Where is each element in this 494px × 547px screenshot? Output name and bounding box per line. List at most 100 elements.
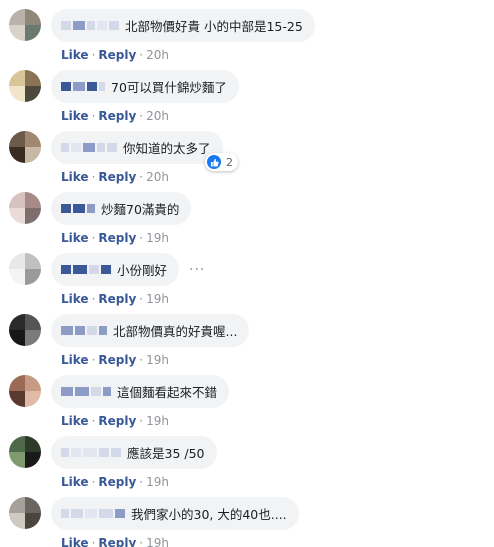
comment: 炒麵70滿貴的 Like · Reply · 19h — [0, 192, 494, 253]
separator: · — [139, 170, 144, 184]
comment: 北部物價好貴 小的中部是15-25 Like · Reply · 20h — [0, 9, 494, 70]
comment-text: 70可以買什錦炒麵了 — [111, 80, 227, 95]
reaction-badge[interactable]: 2 — [205, 153, 238, 171]
comment-bubble: 北部物價好貴 小的中部是15-25 — [51, 9, 315, 42]
like-button[interactable]: Like — [61, 109, 89, 123]
avatar[interactable] — [9, 436, 41, 468]
more-options-icon[interactable]: ··· — [189, 263, 205, 277]
reply-button[interactable]: Reply — [98, 536, 136, 547]
timestamp[interactable]: 19h — [146, 231, 169, 245]
author-name-redacted[interactable] — [61, 326, 107, 335]
comment-bubble: 你知道的太多了 — [51, 131, 223, 164]
comment-actions: Like · Reply · 19h — [61, 353, 169, 367]
comment-bubble: 這個麵看起來不錯 — [51, 375, 230, 408]
timestamp[interactable]: 20h — [146, 109, 169, 123]
timestamp[interactable]: 20h — [146, 170, 169, 184]
timestamp[interactable]: 19h — [146, 353, 169, 367]
timestamp[interactable]: 19h — [146, 414, 169, 428]
separator: · — [139, 231, 144, 245]
comment-text: 我們家小的30, 大的40也.... — [131, 507, 287, 522]
comment: 這個麵看起來不錯 Like · Reply · 19h — [0, 375, 494, 436]
reply-button[interactable]: Reply — [98, 353, 136, 367]
comment-bubble: 我們家小的30, 大的40也.... — [51, 497, 299, 530]
reply-button[interactable]: Reply — [98, 475, 136, 489]
comment-text: 你知道的太多了 — [123, 141, 211, 156]
separator: · — [91, 536, 96, 547]
comment-actions: Like · Reply · 20h — [61, 170, 169, 184]
comment-bubble: 應該是35 /50 — [51, 436, 217, 469]
separator: · — [139, 292, 144, 306]
comment-actions: Like · Reply · 20h — [61, 48, 169, 62]
reaction-count: 2 — [226, 155, 233, 169]
like-button[interactable]: Like — [61, 292, 89, 306]
comment-actions: Like · Reply · 19h — [61, 231, 169, 245]
comment: 應該是35 /50 Like · Reply · 19h — [0, 436, 494, 497]
author-name-redacted[interactable] — [61, 387, 111, 396]
avatar[interactable] — [9, 314, 41, 346]
author-name-redacted[interactable] — [61, 509, 125, 518]
like-button[interactable]: Like — [61, 475, 89, 489]
separator: · — [139, 475, 144, 489]
avatar[interactable] — [9, 253, 41, 285]
author-name-redacted[interactable] — [61, 448, 121, 457]
like-button[interactable]: Like — [61, 48, 89, 62]
separator: · — [139, 536, 144, 547]
separator: · — [91, 231, 96, 245]
comment-bubble: 70可以買什錦炒麵了 — [51, 70, 239, 103]
separator: · — [91, 109, 96, 123]
author-name-redacted[interactable] — [61, 21, 119, 30]
comment: 你知道的太多了 2 Like · Reply · 20h — [0, 131, 494, 192]
comment-bubble: 炒麵70滿貴的 — [51, 192, 192, 225]
comment: 70可以買什錦炒麵了 Like · Reply · 20h — [0, 70, 494, 131]
comment-text: 小份剛好 — [117, 263, 168, 278]
reply-button[interactable]: Reply — [98, 109, 136, 123]
avatar[interactable] — [9, 497, 41, 529]
separator: · — [91, 170, 96, 184]
like-button[interactable]: Like — [61, 414, 89, 428]
reply-button[interactable]: Reply — [98, 170, 136, 184]
reply-button[interactable]: Reply — [98, 231, 136, 245]
author-name-redacted[interactable] — [61, 265, 111, 274]
reply-button[interactable]: Reply — [98, 292, 136, 306]
avatar[interactable] — [9, 70, 41, 102]
comment-actions: Like · Reply · 19h — [61, 292, 169, 306]
avatar[interactable] — [9, 131, 41, 163]
thumbs-up-icon — [207, 155, 221, 169]
timestamp[interactable]: 20h — [146, 48, 169, 62]
comment-text: 炒麵70滿貴的 — [101, 202, 180, 217]
comment: 我們家小的30, 大的40也.... Like · Reply · 19h — [0, 497, 494, 547]
author-name-redacted[interactable] — [61, 143, 117, 152]
comment-bubble: 北部物價真的好貴喔... — [51, 314, 250, 347]
like-button[interactable]: Like — [61, 536, 89, 547]
comment-actions: Like · Reply · 19h — [61, 414, 169, 428]
comment-actions: Like · Reply · 20h — [61, 109, 169, 123]
like-button[interactable]: Like — [61, 353, 89, 367]
comment-text: 北部物價真的好貴喔... — [113, 324, 238, 339]
comment-text: 這個麵看起來不錯 — [117, 385, 218, 400]
author-name-redacted[interactable] — [61, 82, 105, 91]
comment: 小份剛好 Like · Reply · 19h ··· — [0, 253, 494, 314]
comment-bubble: 小份剛好 — [51, 253, 180, 286]
separator: · — [91, 475, 96, 489]
author-name-redacted[interactable] — [61, 204, 95, 213]
reply-button[interactable]: Reply — [98, 414, 136, 428]
separator: · — [139, 353, 144, 367]
avatar[interactable] — [9, 375, 41, 407]
timestamp[interactable]: 19h — [146, 536, 169, 547]
separator: · — [139, 48, 144, 62]
avatar[interactable] — [9, 192, 41, 224]
comment-text: 北部物價好貴 小的中部是15-25 — [125, 19, 303, 34]
like-button[interactable]: Like — [61, 231, 89, 245]
like-button[interactable]: Like — [61, 170, 89, 184]
separator: · — [91, 414, 96, 428]
timestamp[interactable]: 19h — [146, 292, 169, 306]
timestamp[interactable]: 19h — [146, 475, 169, 489]
separator: · — [139, 109, 144, 123]
separator: · — [91, 292, 96, 306]
comment-actions: Like · Reply · 19h — [61, 475, 169, 489]
comment-actions: Like · Reply · 19h — [61, 536, 169, 547]
reply-button[interactable]: Reply — [98, 48, 136, 62]
separator: · — [139, 414, 144, 428]
avatar[interactable] — [9, 9, 41, 41]
comment: 北部物價真的好貴喔... Like · Reply · 19h — [0, 314, 494, 375]
